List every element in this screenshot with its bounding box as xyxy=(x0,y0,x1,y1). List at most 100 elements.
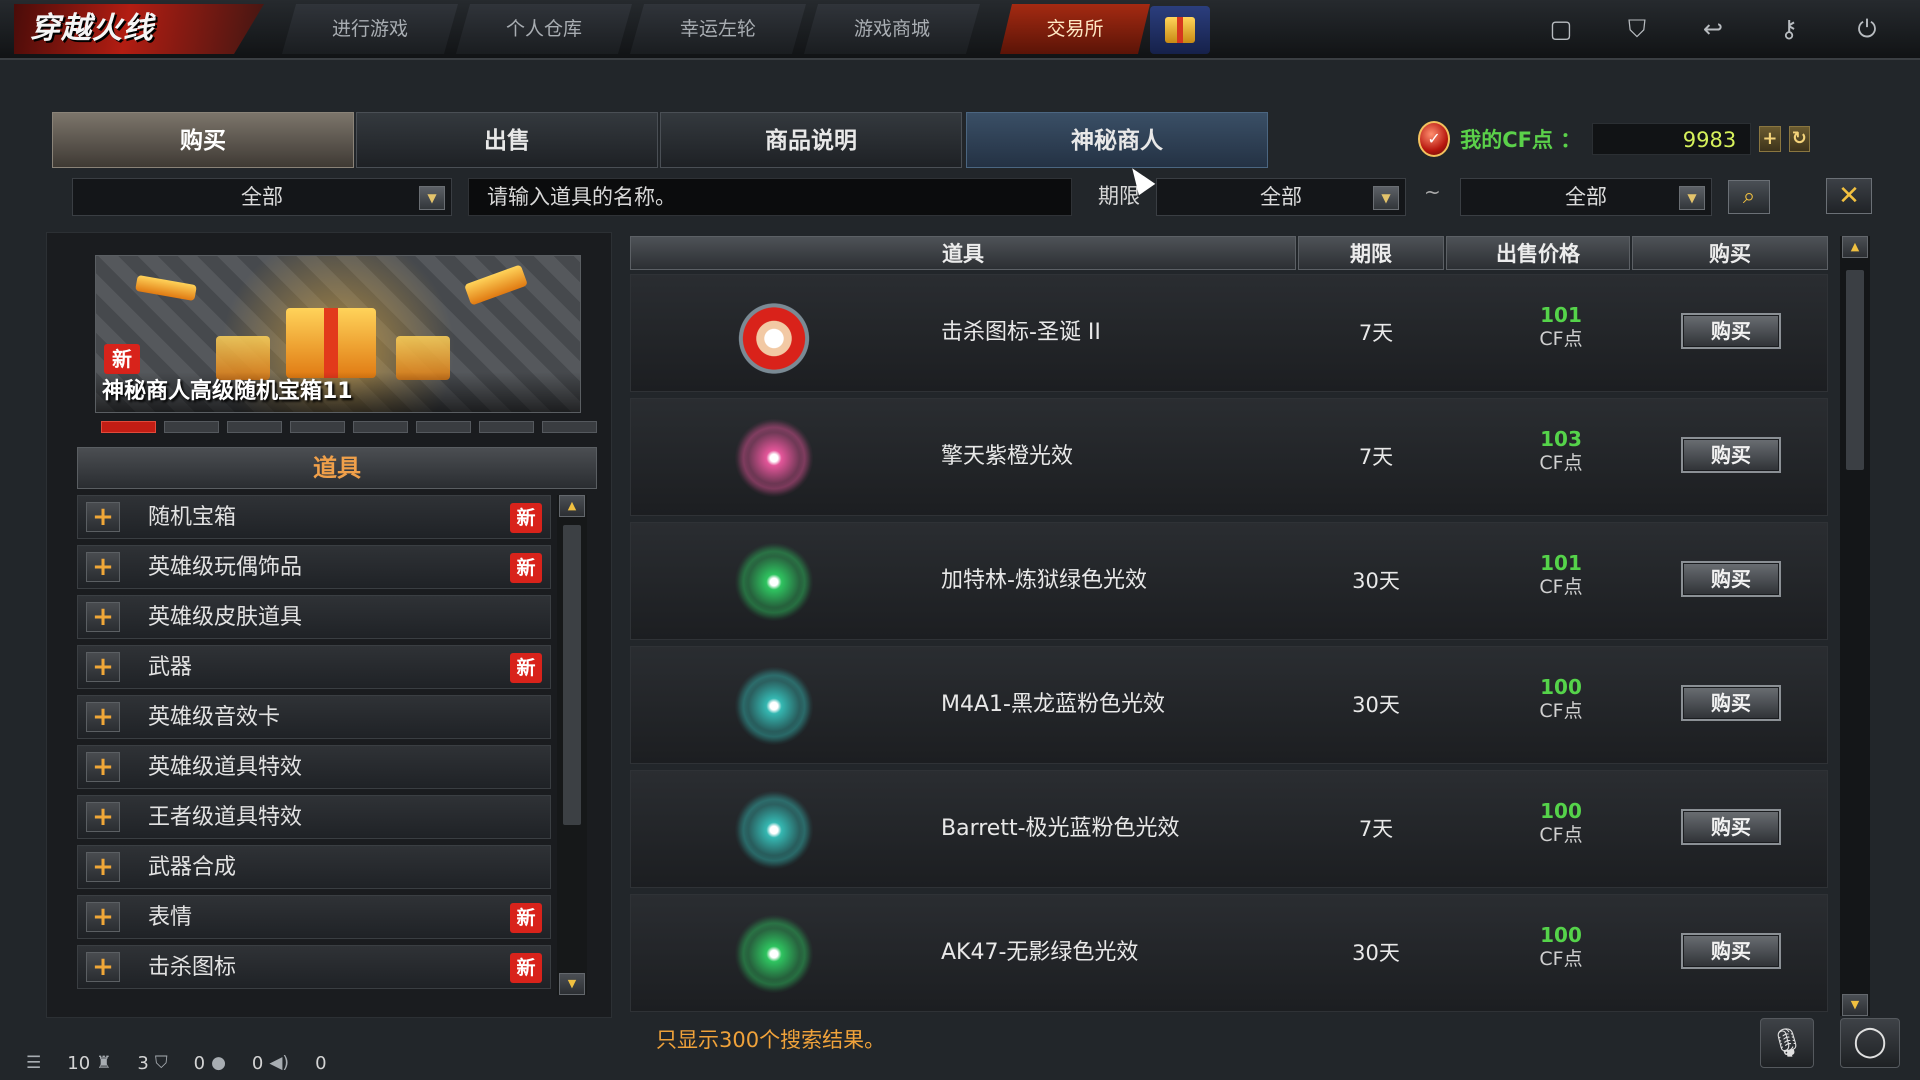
buy-button[interactable]: 购买 xyxy=(1681,685,1781,721)
banner-page-dot[interactable] xyxy=(227,421,282,433)
nav-play-game[interactable]: 进行游戏 xyxy=(282,4,458,54)
category-label: 武器合成 xyxy=(148,855,237,880)
close-button[interactable]: ✕ xyxy=(1826,178,1872,214)
expand-plus-icon[interactable]: + xyxy=(86,802,120,832)
chevron-down-icon: ▼ xyxy=(1373,186,1399,210)
nav-lucky-revolver[interactable]: 幸运左轮 xyxy=(630,4,806,54)
category-item[interactable]: + 武器 新 xyxy=(77,645,551,689)
microphone-button[interactable]: 🎙 xyxy=(1760,1018,1814,1068)
item-price: 101 CF点 xyxy=(1481,303,1641,351)
expand-plus-icon[interactable]: + xyxy=(86,852,120,882)
category-label: 击杀图标 xyxy=(148,955,237,980)
banner-page-dot[interactable] xyxy=(416,421,471,433)
refresh-cf-button[interactable]: ↻ xyxy=(1788,126,1810,152)
promo-banner[interactable]: 新 神秘商人高级随机宝箱11 xyxy=(95,255,581,413)
expand-plus-icon[interactable]: + xyxy=(86,502,120,532)
santa-icon xyxy=(729,289,819,379)
buy-button[interactable]: 购买 xyxy=(1681,313,1781,349)
buy-button[interactable]: 购买 xyxy=(1681,933,1781,969)
tab-item-description[interactable]: 商品说明 xyxy=(660,112,962,168)
purple-orange-glow-icon xyxy=(729,413,819,503)
banner-page-dot[interactable] xyxy=(542,421,597,433)
price-value: 100 xyxy=(1540,675,1582,699)
expand-plus-icon[interactable]: + xyxy=(86,552,120,582)
nav-warehouse[interactable]: 个人仓库 xyxy=(456,4,632,54)
table-row[interactable]: M4A1-黑龙蓝粉色光效 30天 100 CF点 购买 xyxy=(630,646,1828,764)
category-list: + 随机宝箱新 + 英雄级玩偶饰品新 + 英雄级皮肤道具 + 武器新 + 英雄级音效卡 + 英雄级道具… xyxy=(77,495,551,995)
category-item[interactable]: + 英雄级道具特效 xyxy=(77,745,551,789)
table-row[interactable]: 击杀图标-圣诞 II 7天 101 CF点 购买 xyxy=(630,274,1828,392)
expand-plus-icon[interactable]: + xyxy=(86,952,120,982)
price-value: 101 xyxy=(1540,303,1582,327)
buy-button[interactable]: 购买 xyxy=(1681,561,1781,597)
category-item[interactable]: + 英雄级音效卡 xyxy=(77,695,551,739)
category-select[interactable]: 全部 ▼ xyxy=(72,178,452,216)
new-badge: 新 xyxy=(104,344,140,374)
buy-button[interactable]: 购买 xyxy=(1681,809,1781,845)
cf-points-value: 9983 xyxy=(1592,123,1752,155)
banner-page-dot[interactable] xyxy=(479,421,534,433)
category-scrollbar[interactable]: ▲ ▼ xyxy=(557,495,587,995)
category-item[interactable]: + 表情 新 xyxy=(77,895,551,939)
search-input[interactable] xyxy=(468,178,1072,216)
category-item[interactable]: + 英雄级皮肤道具 xyxy=(77,595,551,639)
banner-page-dot[interactable] xyxy=(353,421,408,433)
table-row[interactable]: AK47-无影绿色光效 30天 100 CF点 购买 xyxy=(630,894,1828,1012)
category-item[interactable]: + 随机宝箱 新 xyxy=(77,495,551,539)
tab-buy[interactable]: 购买 xyxy=(52,112,354,168)
header-period: 期限 xyxy=(1298,236,1444,270)
chat-bubble-icon: ● xyxy=(211,1053,226,1073)
scroll-thumb[interactable] xyxy=(1846,270,1864,470)
period-from-select[interactable]: 全部 ▼ xyxy=(1156,178,1406,216)
power-icon[interactable]: ⏻ xyxy=(1844,10,1890,48)
category-label: 表情 xyxy=(148,905,193,930)
scroll-down-icon[interactable]: ▼ xyxy=(559,973,585,995)
buy-button[interactable]: 购买 xyxy=(1681,437,1781,473)
cf-points-label: 我的CF点 ： xyxy=(1460,128,1582,152)
expand-plus-icon[interactable]: + xyxy=(86,752,120,782)
category-label: 王者级道具特效 xyxy=(148,805,303,830)
scroll-up-icon[interactable]: ▲ xyxy=(559,495,585,517)
tab-sell[interactable]: 出售 xyxy=(356,112,658,168)
banner-page-dot[interactable] xyxy=(290,421,345,433)
search-button[interactable]: ⌕ xyxy=(1728,180,1770,214)
table-row[interactable]: 加特林-炼狱绿色光效 30天 101 CF点 购买 xyxy=(630,522,1828,640)
key-icon[interactable]: ⚷ xyxy=(1766,10,1812,48)
table-row[interactable]: Barrett-极光蓝粉色光效 7天 100 CF点 购买 xyxy=(630,770,1828,888)
menu-status[interactable]: ☰ xyxy=(26,1053,41,1073)
scroll-down-icon[interactable]: ▼ xyxy=(1842,994,1868,1016)
category-item[interactable]: + 击杀图标 新 xyxy=(77,945,551,989)
item-period: 30天 xyxy=(1352,941,1400,965)
scroll-up-icon[interactable]: ▲ xyxy=(1842,236,1868,258)
category-panel: 新 神秘商人高级随机宝箱11 道具 + 随机宝箱新 + 英雄级玩偶饰品新 + 英雄级皮肤道… xyxy=(46,232,612,1018)
category-item[interactable]: + 英雄级玩偶饰品 新 xyxy=(77,545,551,589)
category-item[interactable]: + 武器合成 xyxy=(77,845,551,889)
category-item[interactable]: + 王者级道具特效 xyxy=(77,795,551,839)
store-icon[interactable]: ▢ xyxy=(1538,10,1584,48)
return-icon[interactable]: ↩ xyxy=(1690,10,1736,48)
item-price: 100 CF点 xyxy=(1481,675,1641,723)
gift-icon[interactable] xyxy=(1150,6,1210,54)
banner-page-dot[interactable] xyxy=(164,421,219,433)
players-icon: ♜ xyxy=(96,1053,112,1073)
expand-plus-icon[interactable]: + xyxy=(86,652,120,682)
item-period: 30天 xyxy=(1352,693,1400,717)
search-result-note: 只显示300个搜索结果。 xyxy=(656,1028,886,1052)
chat-button[interactable]: ◯ xyxy=(1840,1018,1900,1068)
tab-mystery-merchant[interactable]: 神秘商人 xyxy=(966,112,1268,168)
table-scrollbar[interactable]: ▲ ▼ xyxy=(1840,236,1870,1016)
add-cf-button[interactable]: + xyxy=(1759,126,1781,152)
nav-game-mall[interactable]: 游戏商城 xyxy=(804,4,980,54)
period-to-select[interactable]: 全部 ▼ xyxy=(1460,178,1712,216)
table-row[interactable]: 擎天紫橙光效 7天 103 CF点 购买 xyxy=(630,398,1828,516)
banner-page-dot[interactable] xyxy=(101,421,156,433)
shield-icon[interactable]: ⛉ xyxy=(1614,10,1660,48)
nav-exchange[interactable]: 交易所 xyxy=(1000,4,1150,54)
item-price: 100 CF点 xyxy=(1481,799,1641,847)
scroll-thumb[interactable] xyxy=(563,525,581,825)
item-name: 擎天紫橙光效 xyxy=(941,444,1074,469)
expand-plus-icon[interactable]: + xyxy=(86,602,120,632)
expand-plus-icon[interactable]: + xyxy=(86,702,120,732)
expand-plus-icon[interactable]: + xyxy=(86,902,120,932)
close-icon: ✕ xyxy=(1838,181,1860,211)
